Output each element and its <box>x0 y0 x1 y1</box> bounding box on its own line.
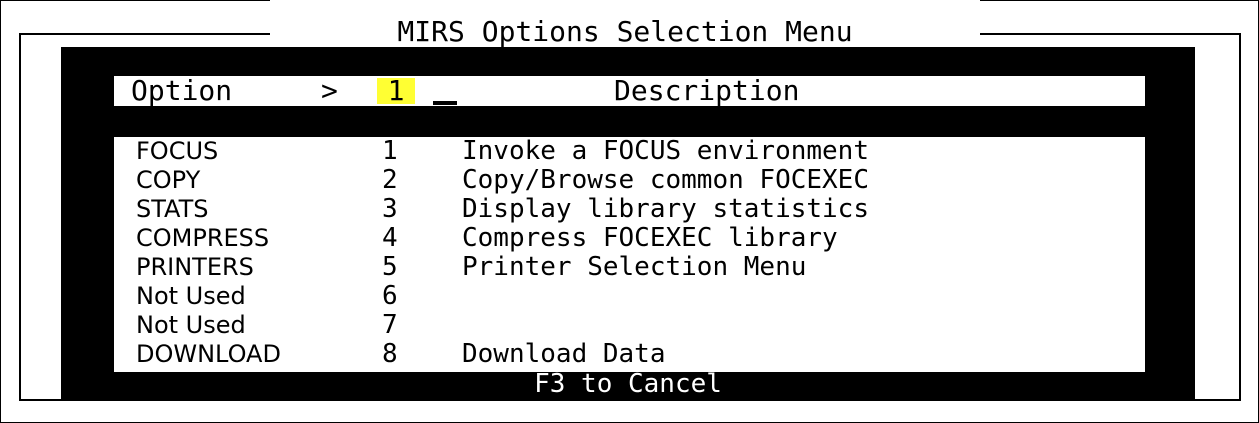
option-input[interactable]: 1 <box>377 77 415 105</box>
option-name: COMPRESS <box>136 224 270 252</box>
list-item[interactable]: STATS 3 Display library statistics <box>114 195 1145 224</box>
option-description: Compress FOCEXEC library <box>462 223 838 253</box>
list-item[interactable]: COMPRESS 4 Compress FOCEXEC library <box>114 224 1145 253</box>
option-number: 8 <box>382 339 398 369</box>
option-number: 4 <box>382 223 398 253</box>
cancel-hint: F3 to Cancel <box>534 369 722 399</box>
option-name: DOWNLOAD <box>136 340 281 368</box>
option-name: Not Used <box>136 282 246 310</box>
option-label: Option <box>131 74 233 107</box>
list-item[interactable]: PRINTERS 5 Printer Selection Menu <box>114 253 1145 282</box>
option-description: Download Data <box>462 339 666 369</box>
option-number: 1 <box>382 136 398 166</box>
list-item[interactable]: COPY 2 Copy/Browse common FOCEXEC <box>114 166 1145 195</box>
list-item[interactable]: Not Used 6 <box>114 282 1145 311</box>
option-name: STATS <box>136 195 209 223</box>
option-description: Invoke a FOCUS environment <box>462 136 869 166</box>
option-description: Copy/Browse common FOCEXEC <box>462 165 869 195</box>
option-description: Printer Selection Menu <box>462 252 807 282</box>
option-number: 2 <box>382 165 398 195</box>
option-name: COPY <box>136 166 201 194</box>
window-title: MIRS Options Selection Menu <box>270 12 980 52</box>
option-prompt: > <box>321 74 338 107</box>
option-description: Display library statistics <box>462 194 869 224</box>
description-label: Description <box>614 74 800 107</box>
option-number: 6 <box>382 281 398 311</box>
text-cursor <box>433 101 457 105</box>
option-number: 5 <box>382 252 398 282</box>
list-item[interactable]: FOCUS 1 Invoke a FOCUS environment <box>114 137 1145 166</box>
options-list: FOCUS 1 Invoke a FOCUS environment COPY … <box>114 137 1145 372</box>
terminal-screen: Option > 1 Description FOCUS 1 Invoke a … <box>61 47 1195 399</box>
option-name: Not Used <box>136 311 246 339</box>
list-item[interactable]: Not Used 7 <box>114 311 1145 340</box>
option-name: PRINTERS <box>136 253 254 281</box>
option-number: 3 <box>382 194 398 224</box>
option-number: 7 <box>382 310 398 340</box>
option-name: FOCUS <box>136 137 219 165</box>
option-header-bar: Option > 1 Description <box>114 76 1145 106</box>
list-item[interactable]: DOWNLOAD 8 Download Data <box>114 340 1145 369</box>
